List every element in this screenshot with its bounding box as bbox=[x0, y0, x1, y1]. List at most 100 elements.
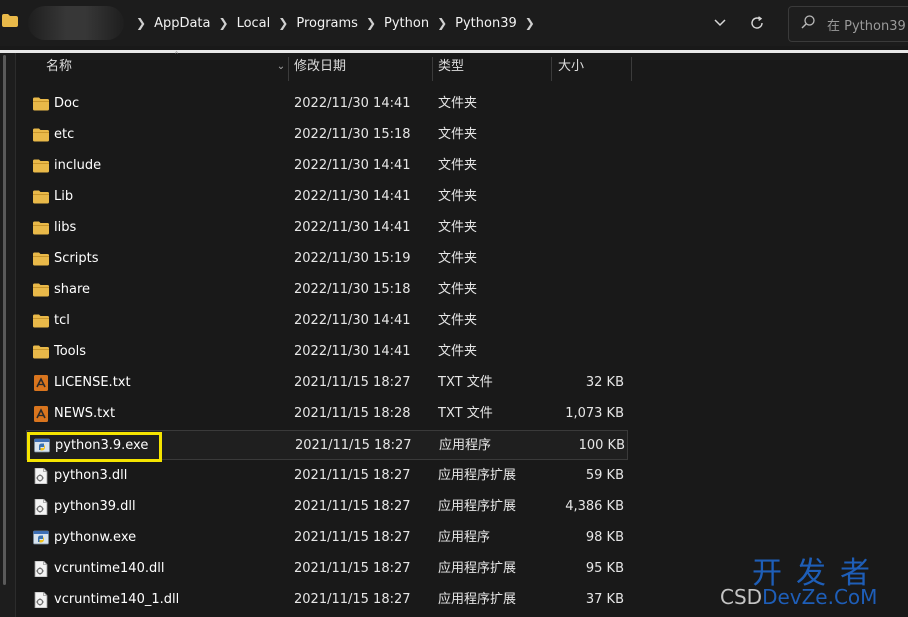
dll-file-icon bbox=[34, 468, 48, 484]
dll-file-icon bbox=[34, 592, 48, 608]
file-row[interactable]: vcruntime140_1.dll 2021/11/15 18:27 应用程序扩展… bbox=[26, 585, 628, 615]
chevron-right-icon[interactable]: ❯ bbox=[366, 16, 376, 30]
column-separator[interactable] bbox=[288, 57, 289, 81]
scrollbar-thumb[interactable] bbox=[3, 55, 6, 585]
file-name[interactable]: vcruntime140_1.dll bbox=[54, 585, 179, 615]
folder-icon bbox=[33, 283, 49, 297]
file-modified-date: 2022/11/30 14:41 bbox=[294, 96, 411, 111]
column-separator[interactable] bbox=[551, 57, 552, 81]
file-name[interactable]: libs bbox=[54, 213, 76, 243]
folder-icon bbox=[33, 97, 49, 111]
file-modified-date: 2022/11/30 14:41 bbox=[294, 189, 411, 204]
file-name[interactable]: vcruntime140.dll bbox=[54, 554, 164, 584]
file-size bbox=[526, 182, 624, 212]
column-header: ˄ 名称 ⌄ 修改日期 类型 大小 bbox=[16, 51, 908, 81]
file-row[interactable]: share 2022/11/30 15:18 文件夹 bbox=[26, 275, 628, 305]
file-size bbox=[526, 337, 624, 367]
file-name[interactable]: Lib bbox=[54, 182, 73, 212]
file-row[interactable]: vcruntime140.dll 2021/11/15 18:27 应用程序扩展 95… bbox=[26, 554, 628, 584]
file-modified-date: 2021/11/15 18:27 bbox=[294, 592, 411, 607]
file-name[interactable]: Scripts bbox=[54, 244, 98, 274]
file-modified-date: 2021/11/15 18:27 bbox=[294, 468, 411, 483]
column-type[interactable]: 类型 bbox=[438, 53, 464, 81]
file-type: 应用程序扩展 bbox=[438, 468, 517, 483]
blurred-path-segment bbox=[28, 6, 124, 40]
file-type: 文件夹 bbox=[438, 251, 478, 266]
file-modified-date: 2021/11/15 18:27 bbox=[294, 499, 411, 514]
folder-icon bbox=[33, 252, 49, 266]
file-name[interactable]: include bbox=[54, 151, 101, 181]
file-size bbox=[526, 89, 624, 119]
file-row[interactable]: tcl 2022/11/30 14:41 文件夹 bbox=[26, 306, 628, 336]
search-placeholder[interactable]: 在 Python39 中 bbox=[827, 15, 908, 34]
file-row[interactable]: Tools 2022/11/30 14:41 文件夹 bbox=[26, 337, 628, 367]
file-type: 应用程序 bbox=[439, 438, 492, 453]
address-dropdown-button[interactable] bbox=[708, 11, 732, 35]
file-size: 98 KB bbox=[585, 530, 624, 545]
chevron-right-icon[interactable]: ❯ bbox=[136, 16, 146, 30]
file-name[interactable]: tcl bbox=[54, 306, 70, 336]
file-modified-date: 2021/11/15 18:27 bbox=[294, 375, 411, 390]
file-size: 95 KB bbox=[585, 561, 624, 576]
navigation-pane-scrollbar[interactable] bbox=[0, 53, 16, 617]
file-row[interactable]: Lib 2022/11/30 14:41 文件夹 bbox=[26, 182, 628, 212]
breadcrumb-local[interactable]: Local bbox=[237, 16, 271, 31]
file-size: 1,073 KB bbox=[565, 406, 624, 421]
column-separator[interactable] bbox=[432, 57, 433, 81]
file-row[interactable]: Doc 2022/11/30 14:41 文件夹 bbox=[26, 89, 628, 119]
file-name[interactable]: Doc bbox=[54, 89, 79, 119]
chevron-down-icon bbox=[714, 19, 726, 27]
file-row[interactable]: include 2022/11/30 14:41 文件夹 bbox=[26, 151, 628, 181]
chevron-right-icon[interactable]: ❯ bbox=[437, 16, 447, 30]
file-row[interactable]: python3.dll 2021/11/15 18:27 应用程序扩展 59 KB bbox=[26, 461, 628, 491]
breadcrumb-python[interactable]: Python bbox=[384, 16, 429, 31]
breadcrumb-programs[interactable]: Programs bbox=[296, 16, 358, 31]
file-name[interactable]: LICENSE.txt bbox=[54, 368, 131, 398]
column-name[interactable]: 名称 bbox=[46, 53, 72, 81]
chevron-right-icon[interactable]: ❯ bbox=[525, 16, 535, 30]
column-filter-dropdown-icon[interactable]: ⌄ bbox=[274, 53, 288, 81]
watermark-url: CSDDevZe.CoM bbox=[720, 585, 878, 609]
file-size bbox=[526, 244, 624, 274]
file-size: 100 KB bbox=[578, 438, 625, 453]
breadcrumb: ❯ AppData ❯ Local ❯ Programs ❯ Python ❯ … bbox=[128, 14, 543, 32]
breadcrumb-python39[interactable]: Python39 bbox=[455, 16, 517, 31]
file-row[interactable]: libs 2022/11/30 14:41 文件夹 bbox=[26, 213, 628, 243]
column-modified[interactable]: 修改日期 bbox=[294, 53, 346, 81]
file-type: TXT 文件 bbox=[438, 406, 493, 421]
file-row[interactable]: pythonw.exe 2021/11/15 18:27 应用程序 98 KB bbox=[26, 523, 628, 553]
file-row[interactable]: LICENSE.txt 2021/11/15 18:27 TXT 文件 32 KB bbox=[26, 368, 628, 398]
file-name[interactable]: python3.dll bbox=[54, 461, 127, 491]
dll-file-icon bbox=[34, 561, 48, 577]
folder-icon bbox=[2, 14, 18, 27]
file-type: 应用程序扩展 bbox=[438, 561, 517, 576]
file-type: 文件夹 bbox=[438, 127, 478, 142]
file-modified-date: 2021/11/15 18:28 bbox=[294, 406, 411, 421]
file-size: 37 KB bbox=[585, 592, 624, 607]
file-name[interactable]: NEWS.txt bbox=[54, 399, 115, 429]
folder-icon bbox=[33, 159, 49, 173]
chevron-right-icon[interactable]: ❯ bbox=[219, 16, 229, 30]
column-separator[interactable] bbox=[631, 57, 632, 81]
file-name[interactable]: Tools bbox=[54, 337, 86, 367]
column-size[interactable]: 大小 bbox=[558, 53, 584, 81]
file-modified-date: 2022/11/30 14:41 bbox=[294, 344, 411, 359]
file-name[interactable]: etc bbox=[54, 120, 74, 150]
file-name[interactable]: python39.dll bbox=[54, 492, 136, 522]
file-row[interactable]: python39.dll 2021/11/15 18:27 应用程序扩展 4,386 … bbox=[26, 492, 628, 522]
file-type: 应用程序 bbox=[438, 530, 491, 545]
refresh-button[interactable] bbox=[745, 11, 769, 35]
file-name[interactable]: pythonw.exe bbox=[54, 523, 136, 553]
chevron-right-icon[interactable]: ❯ bbox=[278, 16, 288, 30]
python-exe-icon bbox=[33, 530, 49, 545]
folder-icon bbox=[33, 190, 49, 204]
file-row[interactable]: etc 2022/11/30 15:18 文件夹 bbox=[26, 120, 628, 150]
file-type: 应用程序扩展 bbox=[438, 499, 517, 514]
file-type: 文件夹 bbox=[438, 96, 478, 111]
file-type: TXT 文件 bbox=[438, 375, 493, 390]
folder-icon bbox=[33, 314, 49, 328]
file-name[interactable]: share bbox=[54, 275, 90, 305]
file-row[interactable]: Scripts 2022/11/30 15:19 文件夹 bbox=[26, 244, 628, 274]
file-row[interactable]: NEWS.txt 2021/11/15 18:28 TXT 文件 1,073 KB bbox=[26, 399, 628, 429]
breadcrumb-appdata[interactable]: AppData bbox=[154, 16, 210, 31]
